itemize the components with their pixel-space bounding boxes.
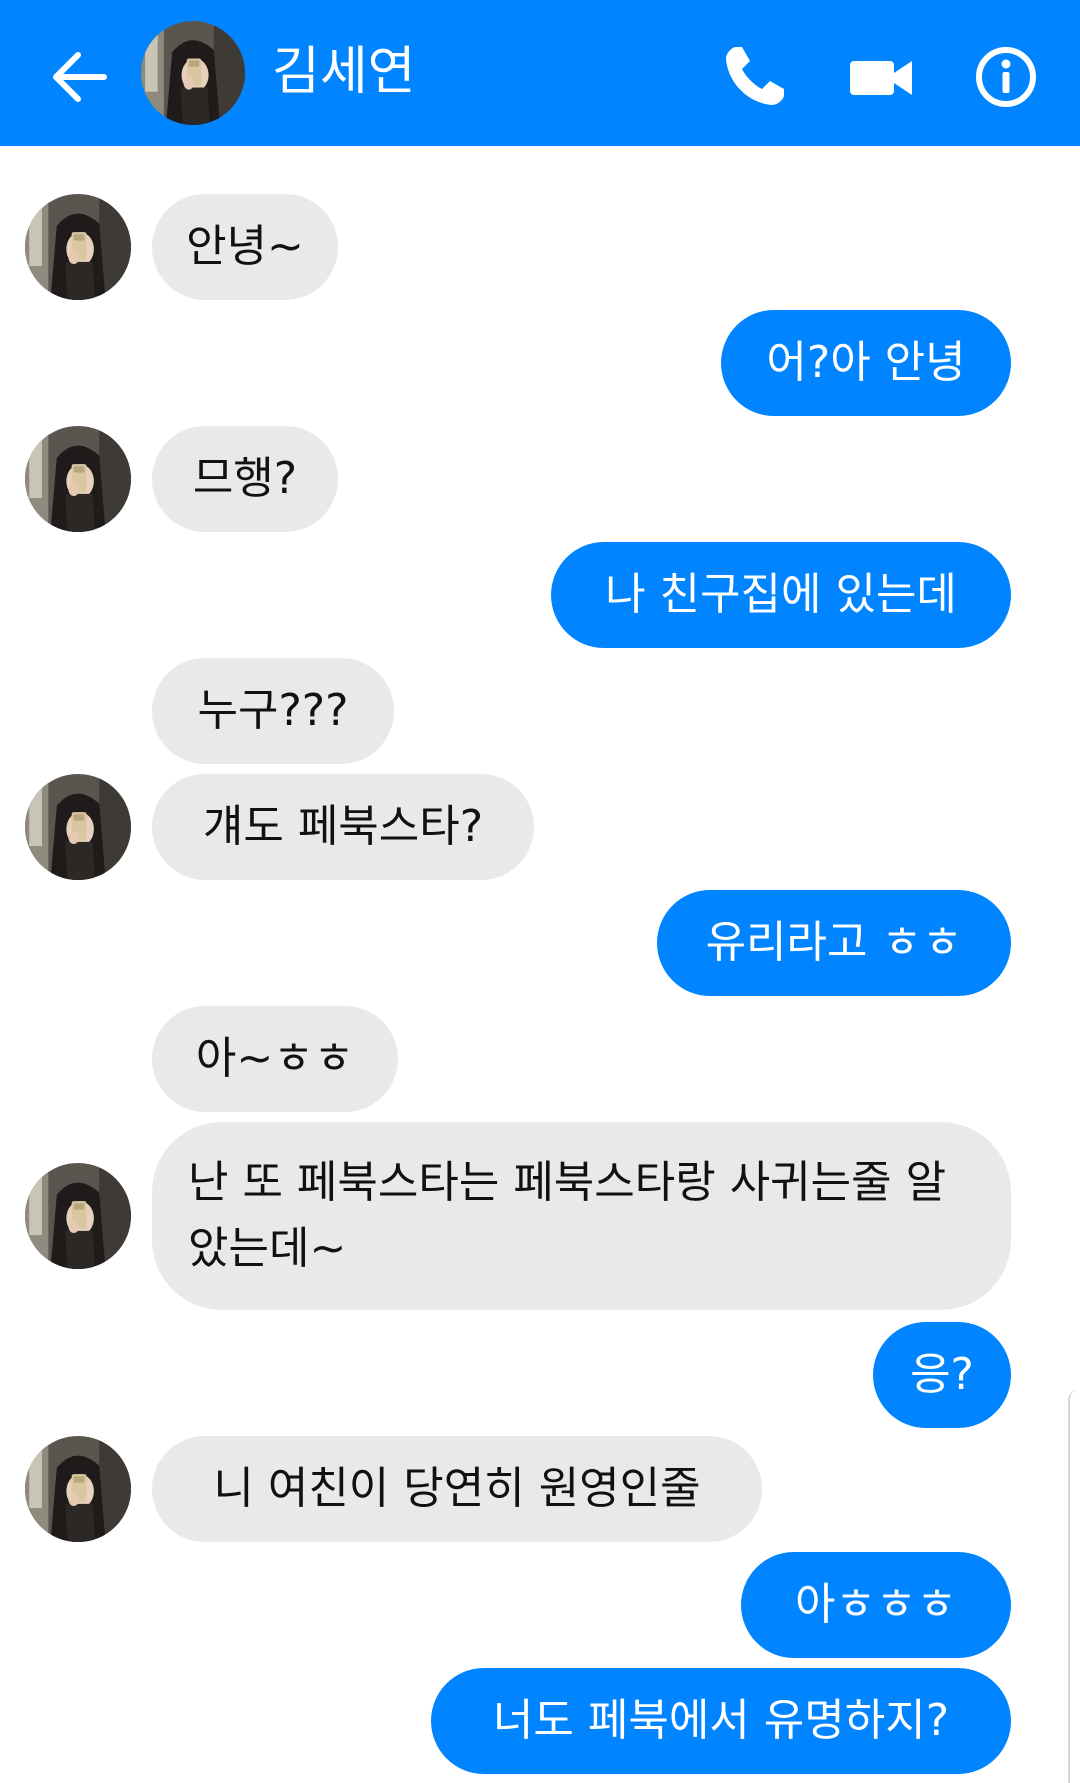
info-button[interactable] bbox=[966, 37, 1046, 117]
phone-icon bbox=[726, 47, 784, 105]
outgoing-message[interactable]: 나 친구집에 있는데 bbox=[551, 542, 1011, 648]
back-arrow-icon bbox=[53, 52, 107, 102]
video-camera-icon bbox=[850, 61, 912, 95]
chat-header: 김세연 bbox=[0, 0, 1080, 146]
outgoing-message[interactable]: 너도 페북에서 유명하지? bbox=[431, 1668, 1011, 1774]
sender-avatar[interactable] bbox=[25, 194, 131, 300]
message-text: 나 친구집에 있는데 bbox=[605, 569, 957, 620]
outgoing-message[interactable]: 유리라고 ㅎㅎ bbox=[657, 890, 1011, 996]
incoming-message[interactable]: 누구??? bbox=[152, 658, 394, 764]
message-text: 므행? bbox=[192, 453, 298, 504]
message-text: 너도 페북에서 유명하지? bbox=[492, 1695, 950, 1746]
message-text: 아~ㅎㅎ bbox=[195, 1033, 355, 1084]
message-text: 안녕~ bbox=[186, 221, 304, 272]
outgoing-message[interactable]: 어?아 안녕 bbox=[721, 310, 1011, 416]
incoming-message[interactable]: 걔도 페북스타? bbox=[152, 774, 534, 880]
message-text: 걔도 페북스타? bbox=[202, 801, 484, 852]
message-text: 아ㅎㅎㅎ bbox=[795, 1579, 957, 1630]
back-button[interactable] bbox=[40, 37, 120, 117]
incoming-message[interactable]: 안녕~ bbox=[152, 194, 338, 300]
incoming-message[interactable]: 아~ㅎㅎ bbox=[152, 1006, 398, 1112]
sender-avatar[interactable] bbox=[25, 1436, 131, 1542]
message-text: 응? bbox=[910, 1349, 974, 1400]
sender-avatar[interactable] bbox=[25, 426, 131, 532]
contact-avatar[interactable] bbox=[141, 21, 245, 125]
voice-call-button[interactable] bbox=[714, 37, 794, 117]
incoming-message[interactable]: 난 또 페북스타는 페북스타랑 사귀는줄 알았는데~ bbox=[152, 1122, 1011, 1310]
video-call-button[interactable] bbox=[840, 37, 920, 117]
message-text: 난 또 페북스타는 페북스타랑 사귀는줄 알았는데~ bbox=[188, 1157, 947, 1274]
scroll-indicator[interactable] bbox=[1068, 1390, 1080, 1783]
incoming-message[interactable]: 므행? bbox=[152, 426, 338, 532]
sender-avatar[interactable] bbox=[25, 774, 131, 880]
outgoing-message[interactable]: 아ㅎㅎㅎ bbox=[741, 1552, 1011, 1658]
sender-avatar[interactable] bbox=[25, 1163, 131, 1269]
incoming-message[interactable]: 니 여친이 당연히 원영인줄 bbox=[152, 1436, 762, 1542]
message-text: 유리라고 ㅎㅎ bbox=[705, 917, 963, 968]
info-icon bbox=[976, 47, 1036, 107]
message-text: 누구??? bbox=[197, 685, 349, 736]
message-text: 니 여친이 당연히 원영인줄 bbox=[213, 1463, 701, 1514]
message-text: 어?아 안녕 bbox=[766, 337, 966, 388]
contact-name[interactable]: 김세연 bbox=[272, 40, 416, 104]
outgoing-message[interactable]: 응? bbox=[873, 1322, 1011, 1428]
